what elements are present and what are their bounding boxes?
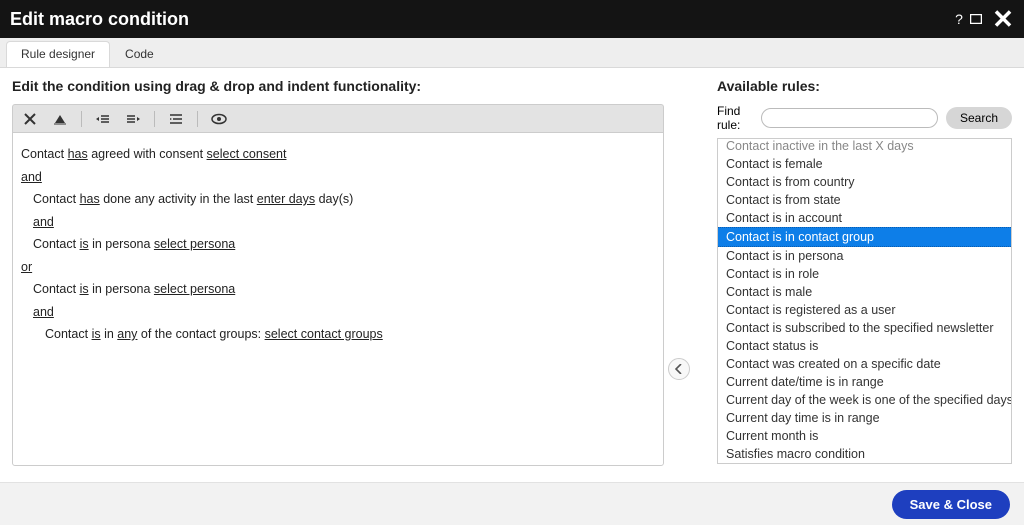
operator-token[interactable]: any [117,327,137,341]
placeholder-token[interactable]: select consent [207,147,287,161]
operator-token[interactable]: has [80,192,100,206]
operator-token[interactable]: or [21,260,32,274]
condition-line[interactable]: and [21,166,655,189]
outdent-icon[interactable] [94,110,112,128]
placeholder-token[interactable]: select persona [154,237,235,251]
rule-item[interactable]: Contact was created on a specific date [718,355,1011,373]
rules-panel: Available rules: Find rule: Search Conta… [717,78,1012,464]
indent-icon[interactable] [124,110,142,128]
placeholder-token[interactable]: enter days [257,192,315,206]
footer: Save & Close [0,482,1024,525]
maximize-icon[interactable] [970,14,992,24]
rule-item[interactable]: Satisfies macro condition [718,445,1011,463]
rule-item[interactable]: Contact is from state [718,191,1011,209]
search-button[interactable]: Search [946,107,1012,129]
operator-token[interactable]: is [80,237,89,251]
condition-line[interactable]: and [33,301,655,324]
condition-line[interactable]: Contact is in persona select persona [33,233,655,256]
placeholder-token[interactable]: select contact groups [265,327,383,341]
rule-item[interactable]: Contact is in contact group [718,227,1011,247]
toolbar-separator [197,111,198,127]
save-and-close-button[interactable]: Save & Close [892,490,1010,519]
rules-heading: Available rules: [717,78,1012,94]
condition-panel: Edit the condition using drag & drop and… [12,78,664,466]
condition-line[interactable]: Contact has done any activity in the las… [33,188,655,211]
condition-heading: Edit the condition using drag & drop and… [12,78,664,94]
operator-token[interactable]: and [33,215,54,229]
tab-rule-designer[interactable]: Rule designer [6,41,110,67]
delete-icon[interactable] [21,110,39,128]
titlebar: Edit macro condition ? ✕ [0,0,1024,38]
rule-list[interactable]: Contact inactive in the last X daysConta… [717,138,1012,464]
workspace: Edit the condition using drag & drop and… [0,68,1024,482]
operator-token[interactable]: and [21,170,42,184]
rule-item[interactable]: Contact is registered as a user [718,301,1011,319]
help-icon[interactable]: ? [948,11,970,27]
condition-editor[interactable]: Contact has agreed with consent select c… [12,132,664,466]
tab-code[interactable]: Code [110,41,169,67]
find-rule-label: Find rule: [717,104,753,132]
close-icon[interactable]: ✕ [992,8,1014,30]
preview-icon[interactable] [210,110,228,128]
clear-icon[interactable] [51,110,69,128]
rule-item[interactable]: Current date/time is in range [718,373,1011,391]
rule-item[interactable]: Contact status is [718,337,1011,355]
rule-item[interactable]: Current month is [718,427,1011,445]
operator-token[interactable]: is [80,282,89,296]
condition-line[interactable]: and [33,211,655,234]
rule-item[interactable]: Current day of the week is one of the sp… [718,391,1011,409]
rule-item[interactable]: Contact is in persona [718,247,1011,265]
window-title: Edit macro condition [10,9,948,30]
toolbar-separator [154,111,155,127]
rule-item[interactable]: Contact is from country [718,173,1011,191]
tab-strip: Rule designer Code [0,38,1024,68]
condition-line[interactable]: Contact is in persona select persona [33,278,655,301]
rule-item[interactable]: Contact is male [718,283,1011,301]
find-rule-row: Find rule: Search [717,104,1012,132]
rule-item[interactable]: Contact inactive in the last X days [718,138,1011,155]
rule-item[interactable]: Contact is in account [718,209,1011,227]
placeholder-token[interactable]: select persona [154,282,235,296]
find-rule-input[interactable] [761,108,938,128]
condition-toolbar [12,104,664,132]
condition-line[interactable]: Contact is in any of the contact groups:… [45,323,655,346]
condition-line[interactable]: or [21,256,655,279]
collapse-panel-icon[interactable] [668,358,690,380]
operator-token[interactable]: has [68,147,88,161]
rule-item[interactable]: Contact is subscribed to the specified n… [718,319,1011,337]
rule-item[interactable]: Contact is in role [718,265,1011,283]
condition-line[interactable]: Contact has agreed with consent select c… [21,143,655,166]
operator-token[interactable]: is [92,327,101,341]
rule-item[interactable]: Current day time is in range [718,409,1011,427]
rule-item[interactable]: Contact is female [718,155,1011,173]
toolbar-separator [81,111,82,127]
operator-token[interactable]: and [33,305,54,319]
autoindent-icon[interactable] [167,110,185,128]
